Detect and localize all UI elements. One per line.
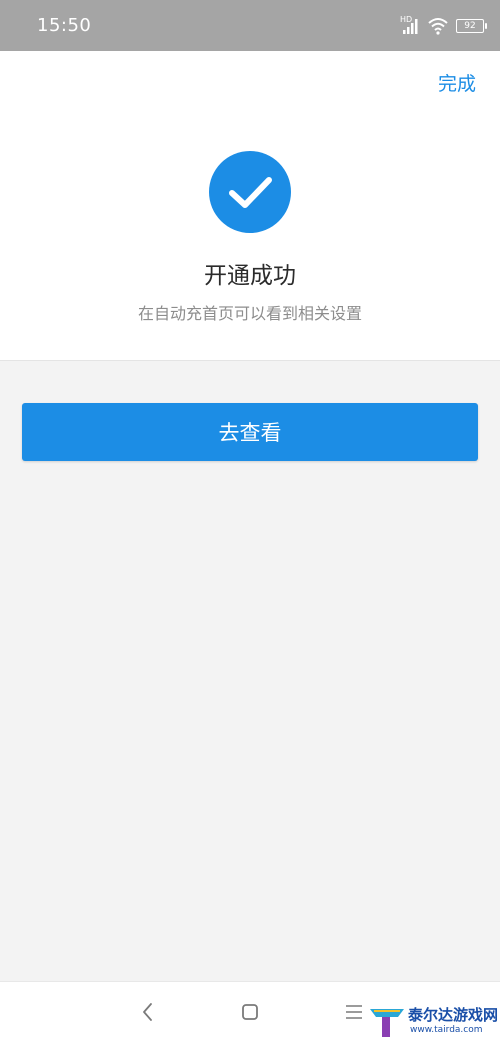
watermark-logo-icon: [370, 1009, 404, 1037]
watermark-brand: 泰尔达游戏网: [408, 1006, 499, 1024]
wifi-icon: [428, 17, 448, 35]
status-bar: 15:50 HD 92: [0, 0, 500, 51]
success-title: 开通成功: [204, 263, 296, 289]
success-subtitle: 在自动充首页可以看到相关设置: [137, 304, 362, 323]
view-button[interactable]: 去查看: [22, 403, 478, 461]
home-icon[interactable]: [238, 1000, 262, 1024]
check-icon: [209, 151, 291, 233]
done-button[interactable]: 完成: [438, 69, 476, 96]
menu-icon[interactable]: [342, 1000, 366, 1024]
signal-icon: HD: [400, 15, 420, 35]
back-icon[interactable]: [136, 1000, 160, 1024]
watermark-url: www.tairda.com: [410, 1025, 483, 1035]
status-time: 15:50: [37, 15, 92, 36]
status-icons: HD 92: [400, 15, 487, 37]
battery-icon: 92: [456, 19, 487, 33]
result-panel: 完成 开通成功 在自动充首页可以看到相关设置: [0, 51, 500, 361]
watermark: 泰尔达游戏网 www.tairda.com: [368, 1003, 498, 1041]
